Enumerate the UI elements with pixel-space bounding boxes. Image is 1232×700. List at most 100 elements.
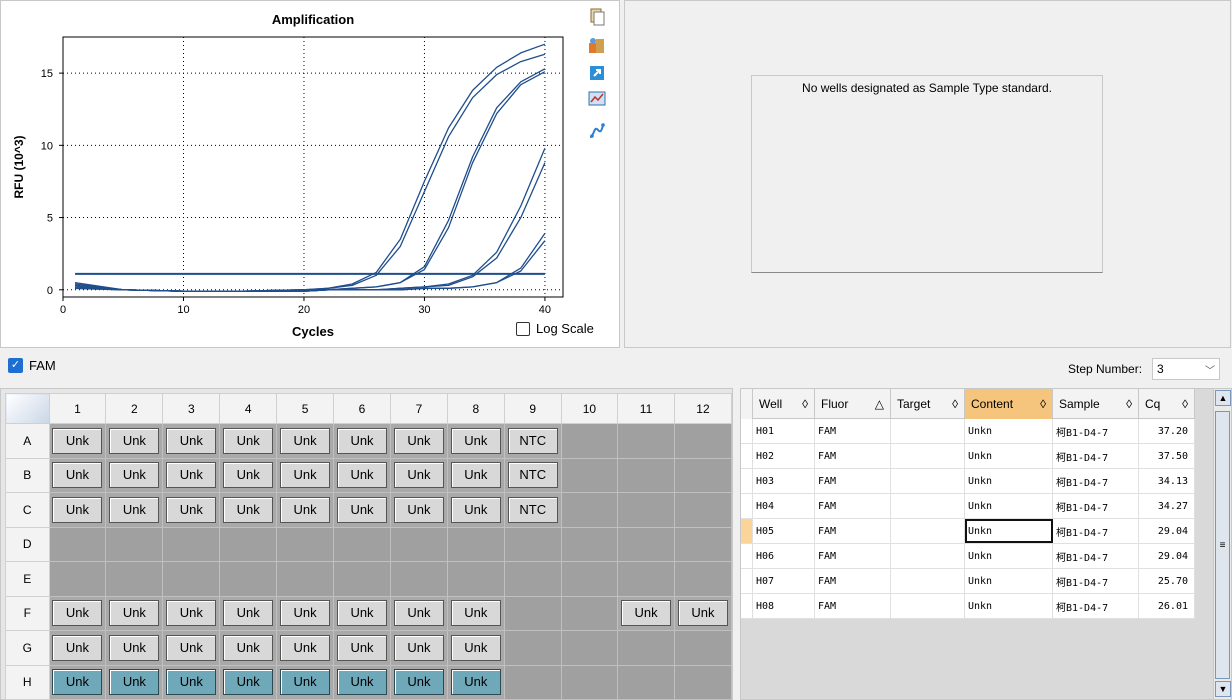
- row-selector[interactable]: [741, 444, 753, 468]
- well-content-label[interactable]: Unk: [52, 462, 103, 489]
- plate-row-header[interactable]: D: [5, 526, 50, 562]
- cell-sample[interactable]: 柯B1-D4-7: [1053, 519, 1139, 543]
- plate-well[interactable]: [333, 561, 391, 597]
- cell-target[interactable]: [891, 569, 965, 593]
- column-header-well[interactable]: Well ◊: [753, 389, 815, 419]
- plate-well[interactable]: [162, 561, 221, 597]
- plate-row-header[interactable]: H: [5, 664, 50, 700]
- cell-well[interactable]: H08: [753, 594, 815, 618]
- plate-well[interactable]: Unk: [333, 423, 391, 459]
- plate-well[interactable]: [389, 561, 448, 597]
- cell-fluor[interactable]: FAM: [815, 544, 891, 568]
- column-header-content[interactable]: Content ◊: [965, 389, 1053, 419]
- plate-well[interactable]: [105, 526, 164, 562]
- plate-row-header[interactable]: F: [5, 595, 50, 631]
- well-content-label[interactable]: Unk: [621, 600, 672, 627]
- plate-column-header[interactable]: 4: [219, 393, 278, 424]
- well-content-label[interactable]: Unk: [109, 496, 160, 523]
- plate-well[interactable]: NTC: [503, 457, 562, 493]
- cell-sample[interactable]: 柯B1-D4-7: [1053, 444, 1139, 468]
- cell-content[interactable]: Unkn: [965, 519, 1053, 543]
- plate-well[interactable]: [503, 526, 562, 562]
- well-content-label[interactable]: Unk: [677, 600, 728, 627]
- cell-fluor[interactable]: FAM: [815, 469, 891, 493]
- table-row[interactable]: H05 FAM Unkn 柯B1-D4-7 29.04: [741, 519, 1195, 544]
- well-content-label[interactable]: Unk: [450, 600, 501, 627]
- plate-well[interactable]: [48, 561, 107, 597]
- cell-cq[interactable]: 29.04: [1139, 544, 1195, 568]
- sort-icon[interactable]: △: [875, 397, 884, 411]
- cell-cq[interactable]: 29.04: [1139, 519, 1195, 543]
- plate-well[interactable]: Unk: [219, 457, 278, 493]
- plate-well[interactable]: [560, 457, 619, 493]
- well-content-label[interactable]: Unk: [223, 427, 274, 454]
- plate-well[interactable]: Unk: [446, 595, 505, 631]
- cell-cq[interactable]: 37.50: [1139, 444, 1195, 468]
- well-content-label[interactable]: Unk: [393, 462, 444, 489]
- plate-well[interactable]: Unk: [48, 457, 107, 493]
- cell-cq[interactable]: 26.01: [1139, 594, 1195, 618]
- well-content-label[interactable]: Unk: [337, 427, 387, 454]
- plate-well[interactable]: Unk: [105, 457, 164, 493]
- plate-well[interactable]: Unk: [333, 630, 391, 666]
- cell-sample[interactable]: 柯B1-D4-7: [1053, 469, 1139, 493]
- plate-well[interactable]: NTC: [503, 423, 562, 459]
- cell-well[interactable]: H07: [753, 569, 815, 593]
- plate-well[interactable]: Unk: [333, 457, 391, 493]
- sort-icon[interactable]: ◊: [1126, 397, 1132, 411]
- well-content-label[interactable]: Unk: [109, 600, 160, 627]
- plate-well[interactable]: Unk: [389, 492, 448, 528]
- plate-well[interactable]: Unk: [48, 423, 107, 459]
- well-content-label[interactable]: Unk: [166, 600, 217, 627]
- plate-well[interactable]: [503, 664, 562, 700]
- plate-well[interactable]: [446, 561, 505, 597]
- well-content-label[interactable]: Unk: [166, 634, 217, 661]
- sort-icon[interactable]: ◊: [952, 397, 958, 411]
- cell-fluor[interactable]: FAM: [815, 444, 891, 468]
- cell-well[interactable]: H05: [753, 519, 815, 543]
- plate-row-header[interactable]: C: [5, 492, 50, 528]
- plate-row-header[interactable]: E: [5, 561, 50, 597]
- cell-sample[interactable]: 柯B1-D4-7: [1053, 569, 1139, 593]
- plate-well[interactable]: Unk: [105, 664, 164, 700]
- fam-checkbox[interactable]: ✓ FAM: [8, 358, 56, 373]
- select-all-corner[interactable]: [5, 393, 50, 424]
- plate-well[interactable]: Unk: [276, 664, 335, 700]
- chevron-down-icon[interactable]: ﹀: [1205, 362, 1215, 377]
- plate-well[interactable]: Unk: [333, 664, 391, 700]
- cell-content[interactable]: Unkn: [965, 444, 1053, 468]
- plate-well[interactable]: Unk: [446, 630, 505, 666]
- vertical-scrollbar[interactable]: ▲ ≡ ▼: [1213, 389, 1231, 699]
- table-row[interactable]: H01 FAM Unkn 柯B1-D4-7 37.20: [741, 419, 1195, 444]
- well-content-label[interactable]: Unk: [280, 669, 331, 696]
- well-content-label[interactable]: Unk: [393, 496, 444, 523]
- plate-well[interactable]: [162, 526, 221, 562]
- cell-fluor[interactable]: FAM: [815, 569, 891, 593]
- cell-sample[interactable]: 柯B1-D4-7: [1053, 494, 1139, 518]
- plate-well[interactable]: Unk: [162, 423, 221, 459]
- plate-column-header[interactable]: 10: [560, 393, 619, 424]
- plate-well[interactable]: [560, 492, 619, 528]
- plate-well[interactable]: Unk: [333, 595, 391, 631]
- plate-well[interactable]: Unk: [446, 457, 505, 493]
- plate-well[interactable]: [276, 526, 335, 562]
- plate-well[interactable]: [446, 526, 505, 562]
- well-content-label[interactable]: Unk: [450, 462, 501, 489]
- column-header-target[interactable]: Target ◊: [891, 389, 965, 419]
- plate-well[interactable]: [560, 561, 619, 597]
- well-content-label[interactable]: Unk: [337, 600, 387, 627]
- plate-well[interactable]: [219, 526, 278, 562]
- plate-well[interactable]: Unk: [162, 595, 221, 631]
- column-header-fluor[interactable]: Fluor △: [815, 389, 891, 419]
- cell-well[interactable]: H02: [753, 444, 815, 468]
- well-content-label[interactable]: Unk: [450, 634, 501, 661]
- well-content-label[interactable]: Unk: [109, 634, 160, 661]
- copy-icon[interactable]: [587, 7, 607, 27]
- well-content-label[interactable]: NTC: [507, 462, 558, 489]
- plate-well[interactable]: Unk: [389, 457, 448, 493]
- row-selector[interactable]: [741, 519, 753, 543]
- well-content-label[interactable]: Unk: [337, 462, 387, 489]
- well-content-label[interactable]: Unk: [280, 496, 331, 523]
- scrollbar-thumb[interactable]: ≡: [1215, 411, 1230, 679]
- plate-well[interactable]: [673, 457, 733, 493]
